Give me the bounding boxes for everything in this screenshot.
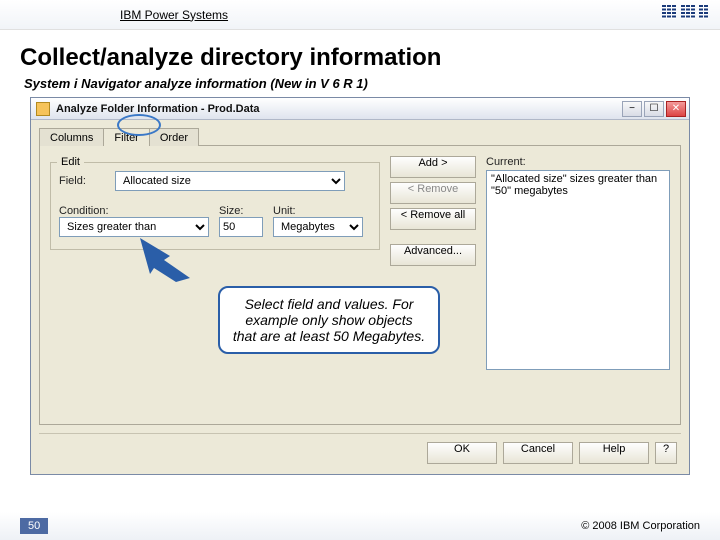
ok-button[interactable]: OK <box>427 442 497 464</box>
unit-select[interactable]: Megabytes <box>273 217 363 237</box>
remove-all-button[interactable]: < Remove all <box>390 208 476 230</box>
tab-columns[interactable]: Columns <box>39 128 104 146</box>
page-title: Collect/analyze directory information <box>0 30 720 76</box>
field-label: Field: <box>59 175 105 187</box>
condition-label: Condition: <box>59 205 209 217</box>
minimize-button[interactable]: − <box>622 101 642 117</box>
tab-filter[interactable]: Filter <box>103 128 149 146</box>
page-subtitle: System i Navigator analyze information (… <box>0 76 720 97</box>
size-input[interactable] <box>219 217 263 237</box>
list-item[interactable]: "Allocated size" sizes greater than "50"… <box>491 173 665 197</box>
tab-strip: Columns Filter Order <box>39 128 681 146</box>
slide-header: IBM Power Systems <box>0 0 720 30</box>
titlebar[interactable]: Analyze Folder Information - Prod.Data −… <box>31 98 689 120</box>
dialog-window: Analyze Folder Information - Prod.Data −… <box>30 97 690 475</box>
tab-pane-filter: Edit Field: Allocated size Condition: <box>39 145 681 425</box>
advanced-button[interactable]: Advanced... <box>390 244 476 266</box>
callout-box: Select field and values. For example onl… <box>218 286 440 354</box>
edit-fieldset: Edit Field: Allocated size Condition: <box>50 162 380 250</box>
maximize-button[interactable]: ☐ <box>644 101 664 117</box>
add-button[interactable]: Add > <box>390 156 476 178</box>
page-number: 50 <box>20 518 48 534</box>
remove-button[interactable]: < Remove <box>390 182 476 204</box>
close-button[interactable]: ✕ <box>666 101 686 117</box>
unit-label: Unit: <box>273 205 363 217</box>
copyright-text: © 2008 IBM Corporation <box>581 520 700 532</box>
slide-footer: 50 © 2008 IBM Corporation <box>0 512 720 540</box>
cancel-button[interactable]: Cancel <box>503 442 573 464</box>
current-filters-list[interactable]: "Allocated size" sizes greater than "50"… <box>486 170 670 370</box>
ibm-logo <box>661 5 708 24</box>
window-title: Analyze Folder Information - Prod.Data <box>56 103 620 115</box>
edit-legend: Edit <box>57 156 84 168</box>
size-label: Size: <box>219 205 263 217</box>
tab-order[interactable]: Order <box>149 128 199 146</box>
context-help-button[interactable]: ? <box>655 442 677 464</box>
dialog-client: Columns Filter Order Edit Field: Allocat… <box>31 120 689 474</box>
app-icon <box>36 102 50 116</box>
brand-text: IBM Power Systems <box>120 8 228 22</box>
condition-select[interactable]: Sizes greater than <box>59 217 209 237</box>
field-select[interactable]: Allocated size <box>115 171 345 191</box>
help-button[interactable]: Help <box>579 442 649 464</box>
dialog-button-row: OK Cancel Help ? <box>39 433 681 466</box>
current-label: Current: <box>486 156 670 168</box>
